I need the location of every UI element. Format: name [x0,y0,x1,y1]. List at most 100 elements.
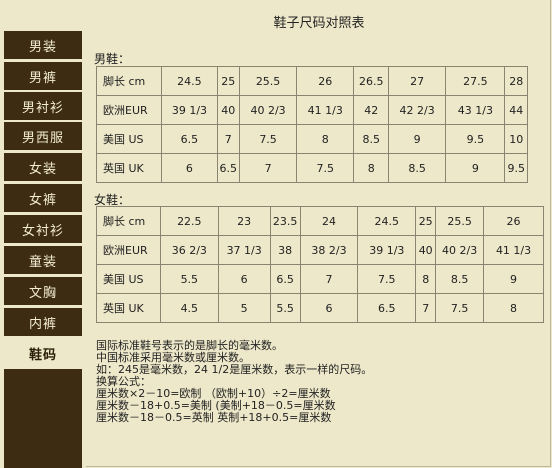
sidebar-item-mens-suits[interactable]: 男西服 [4,122,82,150]
table-cell: 24.5 [161,66,218,96]
row-header-cell: 欧洲EUR [96,235,161,265]
main-content: 鞋子尺码对照表 男鞋： 脚长 cm 24.5 25 25.5 26 26.5 27 27.5 2… [86,0,552,468]
table-cell: 25.5 [238,66,298,96]
table-row: 英国 UK 4.5 5 5.5 6 6.5 7 7.5 8 [96,293,544,323]
row-header-cell: 欧洲EUR [95,95,163,125]
table-cell: 25 [415,206,437,236]
table-cell: 7 [415,293,437,323]
table-cell: 9 [388,124,447,154]
table-cell: 42 [353,95,390,125]
table-cell: 7 [216,124,240,154]
table-cell: 9.5 [504,153,528,183]
table-cell: 41 1/3 [296,95,355,125]
table-cell: 7 [238,153,298,183]
sidebar-nav: 男装 男裤 男衬衫 男西服 女装 女裤 女衬衫 童装 文胸 内裤 鞋码 [0,0,86,468]
table-cell: 4.5 [159,293,219,323]
table-cell: 23.5 [269,206,301,236]
table-cell: 43 1/3 [445,95,506,125]
table-cell: 26 [483,206,544,236]
table-cell: 6 [217,264,271,294]
table-cell: 38 2/3 [299,235,359,265]
table-cell: 7.5 [238,124,298,154]
table-cell: 5 [217,293,271,323]
men-section-label: 男鞋： [94,52,131,66]
sidebar-item-shoe-size[interactable]: 鞋码 [4,339,82,367]
sidebar-bottom-block [4,369,82,468]
sidebar-item-womens-shirts[interactable]: 女衬衫 [4,215,82,243]
table-cell: 24 [299,206,359,236]
table-cell: 8.5 [388,153,447,183]
sidebar-item-mens-pants[interactable]: 男裤 [4,62,82,90]
table-cell: 6 [299,293,359,323]
table-cell: 42 2/3 [388,95,447,125]
sidebar-item-underwear[interactable]: 内裤 [4,308,82,336]
table-cell: 6.5 [161,124,218,154]
row-header-cell: 美国 US [96,264,161,294]
page-title: 鞋子尺码对照表 [273,16,365,31]
table-cell: 6.5 [357,293,417,323]
table-cell: 5.5 [269,293,301,323]
table-cell: 7.5 [357,264,417,294]
table-cell: 24.5 [357,206,417,236]
table-row: 美国 US 6.5 7 7.5 8 8.5 9 9.5 10 [95,124,528,154]
table-cell: 6 [161,153,218,183]
row-header-cell: 英国 UK [95,153,163,183]
table-row: 欧洲EUR 36 2/3 37 1/3 38 38 2/3 39 1/3 40 40 2/3 4… [96,235,544,265]
table-cell: 8 [483,293,544,323]
table-row: 脚长 cm 24.5 25 25.5 26 26.5 27 27.5 28 [95,66,528,96]
table-cell: 8.5 [435,264,485,294]
table-cell: 39 1/3 [357,235,417,265]
sidebar-item-kidswear[interactable]: 童装 [4,246,82,274]
table-cell: 41 1/3 [483,235,544,265]
women-size-table: 脚长 cm 22.5 23 23.5 24 24.5 25 25.5 26 欧洲EUR 36 2/3… [96,206,544,323]
sidebar-item-mens-shirts[interactable]: 男衬衫 [4,92,82,120]
table-cell: 28 [504,66,528,96]
table-row: 美国 US 5.5 6 6.5 7 7.5 8 8.5 9 [96,264,544,294]
row-header-cell: 美国 US [95,124,163,154]
conversion-notes: 国际标准鞋号表示的是脚长的毫米数。 中国标准采用毫米数或厘米数。 如：245是毫… [96,340,546,424]
note-line: 厘米数－18－0.5=英制 英制+18+0.5=厘米数 [96,411,332,424]
table-cell: 6.5 [216,153,240,183]
sidebar-item-womenswear[interactable]: 女装 [4,153,82,181]
table-cell: 9 [483,264,544,294]
table-cell: 25.5 [435,206,485,236]
table-cell: 40 [216,95,240,125]
row-header-cell: 脚长 cm [96,206,161,236]
table-cell: 40 [415,235,437,265]
table-cell: 9.5 [445,124,506,154]
table-cell: 8 [296,124,355,154]
men-size-table: 脚长 cm 24.5 25 25.5 26 26.5 27 27.5 28 欧洲EUR 39 1/3… [95,66,528,183]
table-cell: 40 2/3 [435,235,485,265]
table-cell: 8.5 [353,124,390,154]
table-cell: 22.5 [159,206,219,236]
table-cell: 37 1/3 [217,235,271,265]
table-row: 欧洲EUR 39 1/3 40 40 2/3 41 1/3 42 42 2/3 43 1/3 4… [95,95,528,125]
table-cell: 23 [217,206,271,236]
table-cell: 5.5 [159,264,219,294]
sidebar-item-menswear[interactable]: 男装 [4,31,82,59]
table-cell: 39 1/3 [161,95,218,125]
table-cell: 25 [216,66,240,96]
table-cell: 7.5 [296,153,355,183]
table-cell: 8 [415,264,437,294]
table-cell: 7.5 [435,293,485,323]
note-line: 如：245是毫米数，24 1/2是厘米数，表示一样的尺码。 [96,363,373,376]
table-cell: 36 2/3 [159,235,219,265]
table-cell: 38 [269,235,301,265]
table-cell: 27 [388,66,447,96]
table-cell: 40 2/3 [238,95,298,125]
table-cell: 10 [504,124,528,154]
row-header-cell: 英国 UK [96,293,161,323]
table-cell: 7 [299,264,359,294]
sidebar-item-womens-pants[interactable]: 女裤 [4,184,82,212]
sidebar-top [0,0,86,26]
table-row: 脚长 cm 22.5 23 23.5 24 24.5 25 25.5 26 [96,206,544,236]
table-cell: 8 [353,153,390,183]
sidebar-item-bras[interactable]: 文胸 [4,277,82,305]
table-cell: 26.5 [353,66,390,96]
table-cell: 6.5 [269,264,301,294]
table-cell: 44 [504,95,528,125]
table-cell: 26 [296,66,355,96]
table-row: 英国 UK 6 6.5 7 7.5 8 8.5 9 9.5 [95,153,528,183]
table-cell: 27.5 [445,66,506,96]
